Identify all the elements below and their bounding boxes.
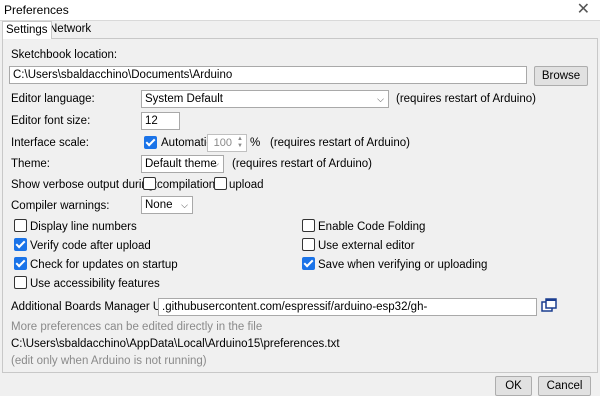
automatic-label: Automatic [161, 137, 213, 149]
tab-network[interactable]: Network [46, 21, 94, 38]
font-size-input[interactable]: 12 [141, 112, 180, 130]
interface-scale-label: Interface scale: [11, 137, 89, 149]
code-folding-label: Enable Code Folding [318, 221, 426, 233]
check-updates-checkbox[interactable] [14, 257, 27, 270]
theme-label: Theme: [11, 158, 50, 170]
save-when-verifying-checkbox[interactable] [302, 257, 315, 270]
chevron-down-icon: ⌵ [181, 200, 188, 210]
theme-note: (requires restart of Arduino) [232, 158, 372, 170]
upload-checkbox[interactable] [214, 177, 227, 190]
tab-settings[interactable]: Settings [2, 21, 52, 39]
font-size-label: Editor font size: [11, 115, 91, 127]
interface-scale-unit: % [250, 137, 261, 149]
external-editor-label: Use external editor [318, 240, 415, 252]
code-folding-checkbox[interactable] [302, 219, 315, 232]
compilation-label: compilation [157, 179, 216, 191]
editor-language-note: (requires restart of Arduino) [396, 93, 536, 105]
more-preferences-text: More preferences can be edited directly … [11, 321, 263, 333]
display-line-numbers-label: Display line numbers [30, 221, 137, 233]
boards-manager-urls-input[interactable]: .githubusercontent.com/espressif/arduino… [158, 298, 537, 316]
spinner-arrows-icon[interactable]: ▲ ▼ [235, 136, 245, 150]
compiler-warnings-value: None [145, 199, 173, 211]
verify-after-upload-checkbox[interactable] [14, 238, 27, 251]
accessibility-label: Use accessibility features [30, 278, 160, 290]
chevron-down-icon: ⌵ [212, 159, 219, 169]
automatic-checkbox[interactable] [144, 136, 157, 149]
ok-button[interactable]: OK [495, 376, 532, 396]
interface-scale-note: (requires restart of Arduino) [270, 137, 410, 149]
save-when-verifying-label: Save when verifying or uploading [318, 259, 488, 271]
close-icon[interactable]: ✕ [577, 0, 590, 20]
interface-scale-spinner[interactable]: 100 ▲ ▼ [207, 134, 247, 152]
external-editor-checkbox[interactable] [302, 238, 315, 251]
title-bar [0, 0, 600, 21]
editor-language-value: System Default [145, 93, 223, 105]
upload-label: upload [229, 179, 264, 191]
compiler-warnings-select[interactable]: None ⌵ [141, 196, 193, 214]
theme-value: Default theme [145, 158, 217, 170]
preferences-file-path: C:\Users\sbaldacchino\AppData\Local\Ardu… [11, 338, 340, 350]
interface-scale-value: 100 [213, 137, 232, 149]
open-window-icon[interactable] [541, 298, 557, 314]
sketchbook-location-input[interactable]: C:\Users\sbaldacchino\Documents\Arduino [9, 66, 527, 84]
compiler-warnings-label: Compiler warnings: [11, 200, 110, 212]
browse-button[interactable]: Browse [534, 66, 588, 86]
editor-language-label: Editor language: [11, 93, 95, 105]
sketchbook-label: Sketchbook location: [11, 49, 118, 61]
cancel-button[interactable]: Cancel [538, 376, 591, 396]
window-title: Preferences [4, 3, 69, 17]
edit-note-text: (edit only when Arduino is not running) [11, 355, 207, 367]
display-line-numbers-checkbox[interactable] [14, 219, 27, 232]
verbose-label: Show verbose output during: [11, 179, 158, 191]
theme-select[interactable]: Default theme ⌵ [141, 155, 224, 173]
editor-language-select[interactable]: System Default ⌵ [141, 90, 389, 108]
accessibility-checkbox[interactable] [14, 276, 27, 289]
verify-after-upload-label: Verify code after upload [30, 240, 151, 252]
chevron-down-icon: ⌵ [377, 94, 384, 104]
compilation-checkbox[interactable] [143, 177, 156, 190]
check-updates-label: Check for updates on startup [30, 259, 178, 271]
